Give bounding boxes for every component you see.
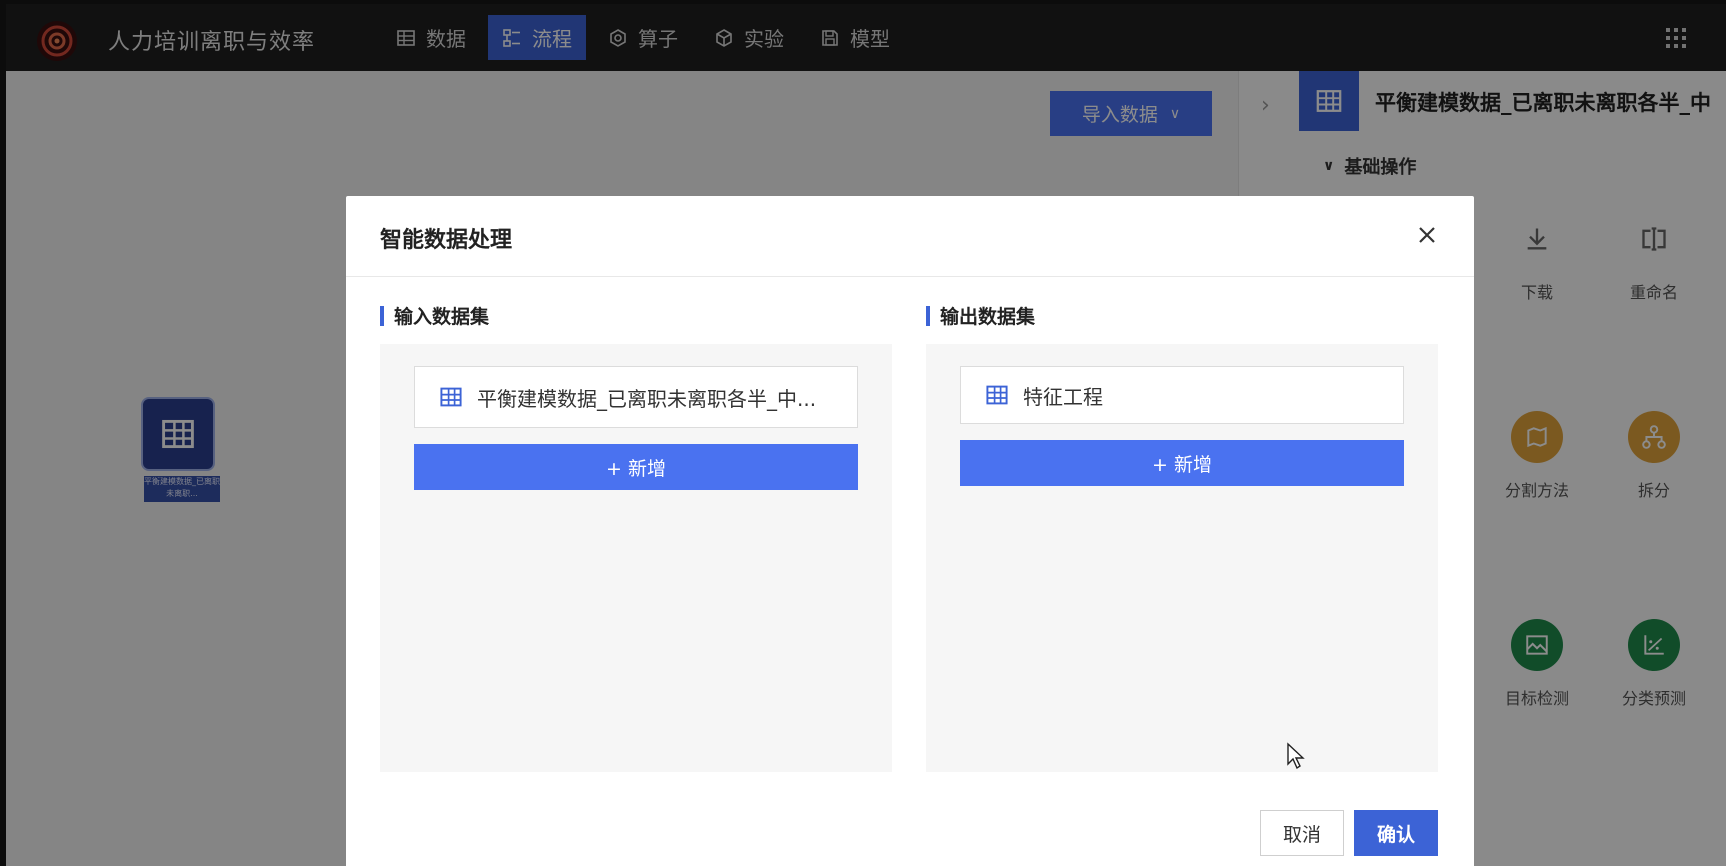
section-label: 输出数据集: [940, 306, 1036, 328]
input-section-title: 输入数据集: [380, 302, 489, 329]
section-label: 输入数据集: [394, 306, 490, 328]
section-accent-bar: [380, 305, 384, 326]
close-icon[interactable]: [1416, 224, 1438, 246]
dataset-name: 特征工程: [1023, 384, 1103, 409]
dataset-name: 平衡建模数据_已离职未离职各半_中...: [477, 386, 817, 411]
cancel-button[interactable]: 取消: [1260, 810, 1344, 856]
add-output-button[interactable]: + 新增: [960, 440, 1404, 486]
confirm-button[interactable]: 确认: [1354, 810, 1438, 856]
input-dataset-item[interactable]: 平衡建模数据_已离职未离职各半_中...: [414, 366, 858, 428]
dialog-title: 智能数据处理: [380, 228, 513, 253]
table-icon: [440, 387, 462, 407]
output-dataset-item[interactable]: 特征工程: [960, 366, 1404, 424]
section-accent-bar: [926, 305, 930, 326]
add-input-button[interactable]: + 新增: [414, 444, 858, 490]
table-icon: [986, 385, 1008, 405]
output-section-title: 输出数据集: [926, 302, 1035, 329]
divider: [346, 276, 1474, 277]
input-pane: 平衡建模数据_已离职未离职各半_中... + 新增: [380, 344, 892, 772]
mouse-cursor-icon: [1287, 742, 1305, 770]
output-pane: 特征工程 + 新增: [926, 344, 1438, 772]
app-frame: 人力培训离职与效率 数据 流程 算子 实验 模型 导入数据 ∨ 平衡建模数据_已…: [6, 4, 1726, 866]
